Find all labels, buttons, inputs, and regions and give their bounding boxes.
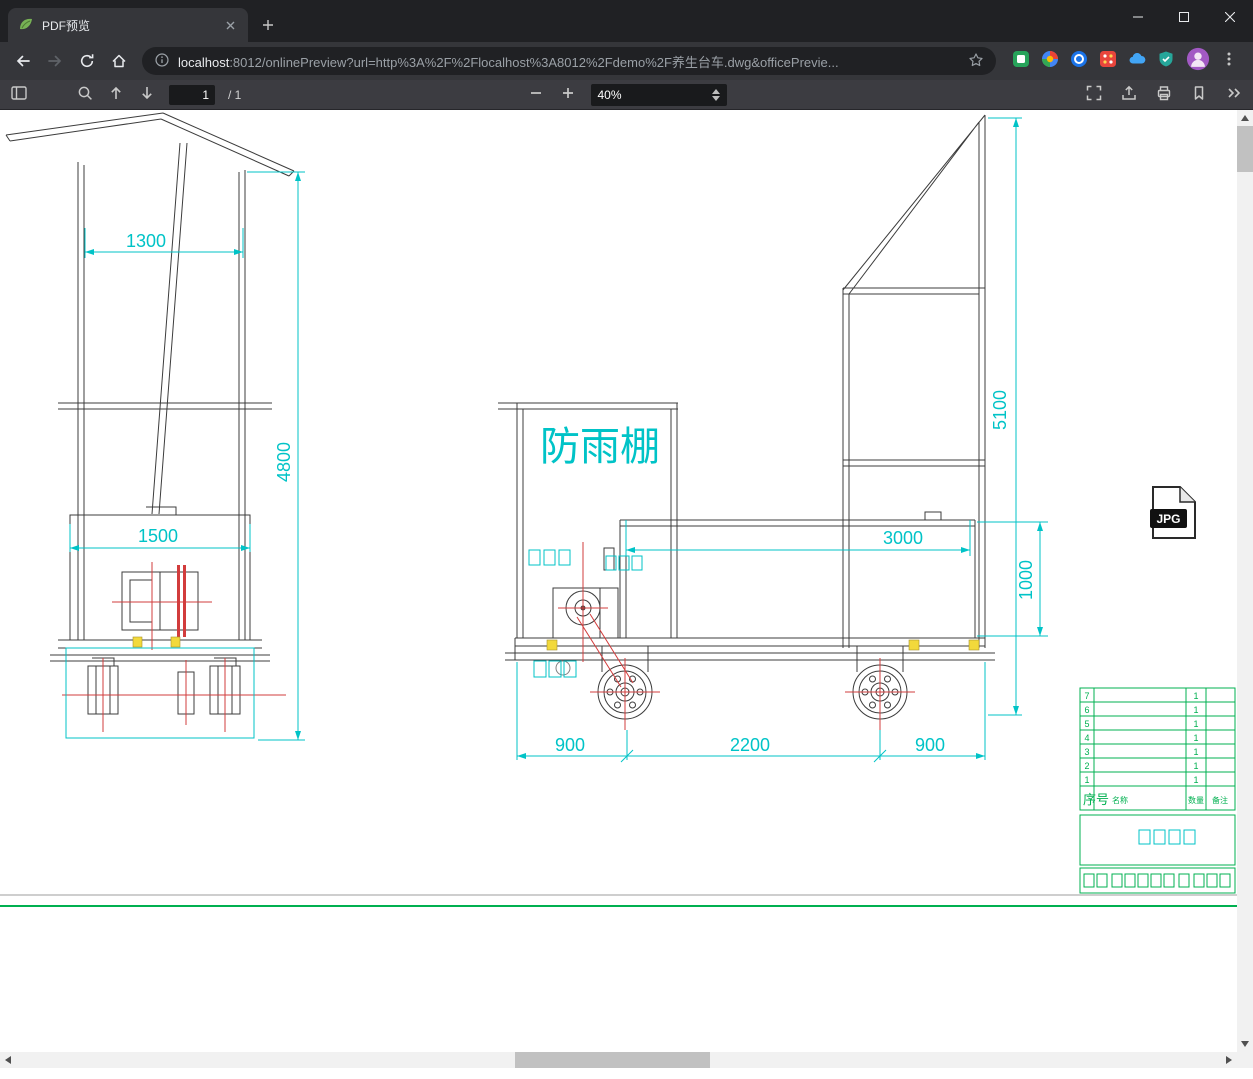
- horizontal-scrollbar[interactable]: [0, 1052, 1237, 1068]
- row-no: 1: [1084, 775, 1089, 785]
- jpg-file-icon: JPG: [1150, 486, 1196, 539]
- shelter-label: 防雨棚: [540, 425, 660, 469]
- row-no: 2: [1084, 761, 1089, 771]
- bookmark-icon[interactable]: [1190, 84, 1208, 105]
- open-file-icon[interactable]: [1120, 84, 1138, 105]
- browser-tab[interactable]: PDF预览: [8, 8, 248, 42]
- dim-side-right: 900: [915, 735, 945, 755]
- row-no: 6: [1084, 705, 1089, 715]
- extension-icon-shield[interactable]: [1157, 50, 1175, 73]
- browser-menu-icon[interactable]: [1221, 51, 1237, 72]
- row-qty: 1: [1193, 733, 1198, 743]
- vertical-scrollbar[interactable]: [1237, 110, 1253, 1052]
- forward-icon[interactable]: [40, 46, 70, 76]
- row-qty: 1: [1193, 719, 1198, 729]
- reload-icon[interactable]: [72, 46, 102, 76]
- dim-side-left: 900: [555, 735, 585, 755]
- pdf-toolbar-left: 1 / 1: [10, 84, 241, 105]
- row-no: 4: [1084, 733, 1089, 743]
- side-view-text-placeholders: [528, 549, 643, 678]
- zoom-in-icon[interactable]: [559, 84, 577, 105]
- scroll-left-icon[interactable]: [0, 1052, 16, 1068]
- more-tools-icon[interactable]: [1225, 84, 1243, 105]
- side-view-geometry: [498, 114, 995, 720]
- url-rest: :8012/onlinePreview?url=http%3A%2F%2Floc…: [229, 54, 839, 70]
- dim-front-width-mid: 1500: [138, 526, 178, 546]
- dim-front-height: 4800: [274, 442, 294, 482]
- tab-title: PDF预览: [42, 18, 91, 33]
- page-count-label: / 1: [228, 87, 242, 102]
- row-qty: 1: [1193, 775, 1198, 785]
- zoom-select[interactable]: 40%: [590, 83, 727, 106]
- home-icon[interactable]: [104, 46, 134, 76]
- new-tab-button[interactable]: [254, 11, 282, 39]
- sidebar-toggle-icon[interactable]: [10, 84, 28, 105]
- jpg-badge-label: JPG: [1156, 512, 1180, 526]
- scroll-down-icon[interactable]: [1237, 1036, 1253, 1052]
- cad-drawing-preview: 1300 1500 4800 防雨棚 3000 1000 5100 900 22…: [0, 112, 1237, 907]
- zoom-spinner-icon: [711, 88, 720, 101]
- row-no: 3: [1084, 747, 1089, 757]
- back-icon[interactable]: [8, 46, 38, 76]
- url-host: localhost: [178, 54, 230, 70]
- zoom-out-icon[interactable]: [527, 84, 545, 105]
- dim-side-box-height: 1000: [1016, 560, 1036, 600]
- dim-front-width-top: 1300: [126, 231, 166, 251]
- row-qty: 1: [1193, 747, 1198, 757]
- row-no: 7: [1084, 691, 1089, 701]
- dim-side-box-width: 3000: [883, 528, 923, 548]
- row-qty: 1: [1193, 691, 1198, 701]
- horizontal-scrollbar-thumb[interactable]: [515, 1052, 710, 1068]
- tab-close-icon[interactable]: [222, 17, 238, 33]
- presentation-mode-icon[interactable]: [1085, 84, 1103, 105]
- extension-icon-blue-circle[interactable]: [1070, 50, 1088, 73]
- front-view-geometry: [5, 112, 295, 715]
- bookmark-star-icon[interactable]: [968, 52, 984, 71]
- front-view-highlights: [132, 636, 181, 648]
- titleblock-qty-header: 数量: [1188, 795, 1204, 805]
- dim-side-wheelbase: 2200: [730, 735, 770, 755]
- vertical-scrollbar-thumb[interactable]: [1237, 126, 1253, 172]
- pdf-toolbar-right: [1085, 84, 1243, 105]
- scrollbar-corner: [1237, 1052, 1253, 1068]
- row-qty: 1: [1193, 761, 1198, 771]
- address-bar[interactable]: localhost:8012/onlinePreview?url=http%3A…: [142, 47, 996, 75]
- scroll-up-icon[interactable]: [1237, 110, 1253, 126]
- minimize-button[interactable]: [1115, 0, 1161, 34]
- pdf-toolbar-center: 40%: [527, 80, 727, 109]
- favicon-leaf-icon: [18, 16, 34, 35]
- url-text: localhost:8012/onlinePreview?url=http%3A…: [178, 52, 960, 71]
- zoom-value: 40%: [597, 87, 622, 102]
- title-block: [1079, 687, 1236, 894]
- search-icon[interactable]: [76, 84, 94, 105]
- extension-icon-cloud[interactable]: [1128, 50, 1146, 73]
- site-info-icon[interactable]: [154, 52, 170, 71]
- next-page-icon[interactable]: [138, 84, 156, 105]
- row-no: 5: [1084, 719, 1089, 729]
- extension-icon-translate[interactable]: [1041, 50, 1059, 73]
- pdf-viewer-toolbar: 1 / 1 40%: [0, 80, 1253, 110]
- page-number-input[interactable]: 1: [169, 84, 215, 105]
- scroll-right-icon[interactable]: [1221, 1052, 1237, 1068]
- previous-page-icon[interactable]: [107, 84, 125, 105]
- extension-area: [1004, 47, 1245, 76]
- profile-avatar[interactable]: [1186, 47, 1210, 76]
- print-icon[interactable]: [1155, 84, 1173, 105]
- extension-icon-red-grid[interactable]: [1099, 50, 1117, 73]
- pdf-content-area: 1300 1500 4800 防雨棚 3000 1000 5100 900 22…: [0, 110, 1253, 1079]
- maximize-button[interactable]: [1161, 0, 1207, 34]
- browser-navbar: localhost:8012/onlinePreview?url=http%3A…: [0, 42, 1253, 80]
- titleblock-seq-header: 序号: [1083, 792, 1109, 807]
- titleblock-name-header: 名称: [1112, 795, 1128, 805]
- close-button[interactable]: [1207, 0, 1253, 34]
- titleblock-note-header: 备注: [1212, 795, 1228, 805]
- extension-icon-green[interactable]: [1012, 50, 1030, 73]
- dim-side-height: 5100: [990, 390, 1010, 430]
- browser-titlebar: PDF预览: [0, 0, 1253, 42]
- window-controls: [1115, 0, 1253, 34]
- row-qty: 1: [1193, 705, 1198, 715]
